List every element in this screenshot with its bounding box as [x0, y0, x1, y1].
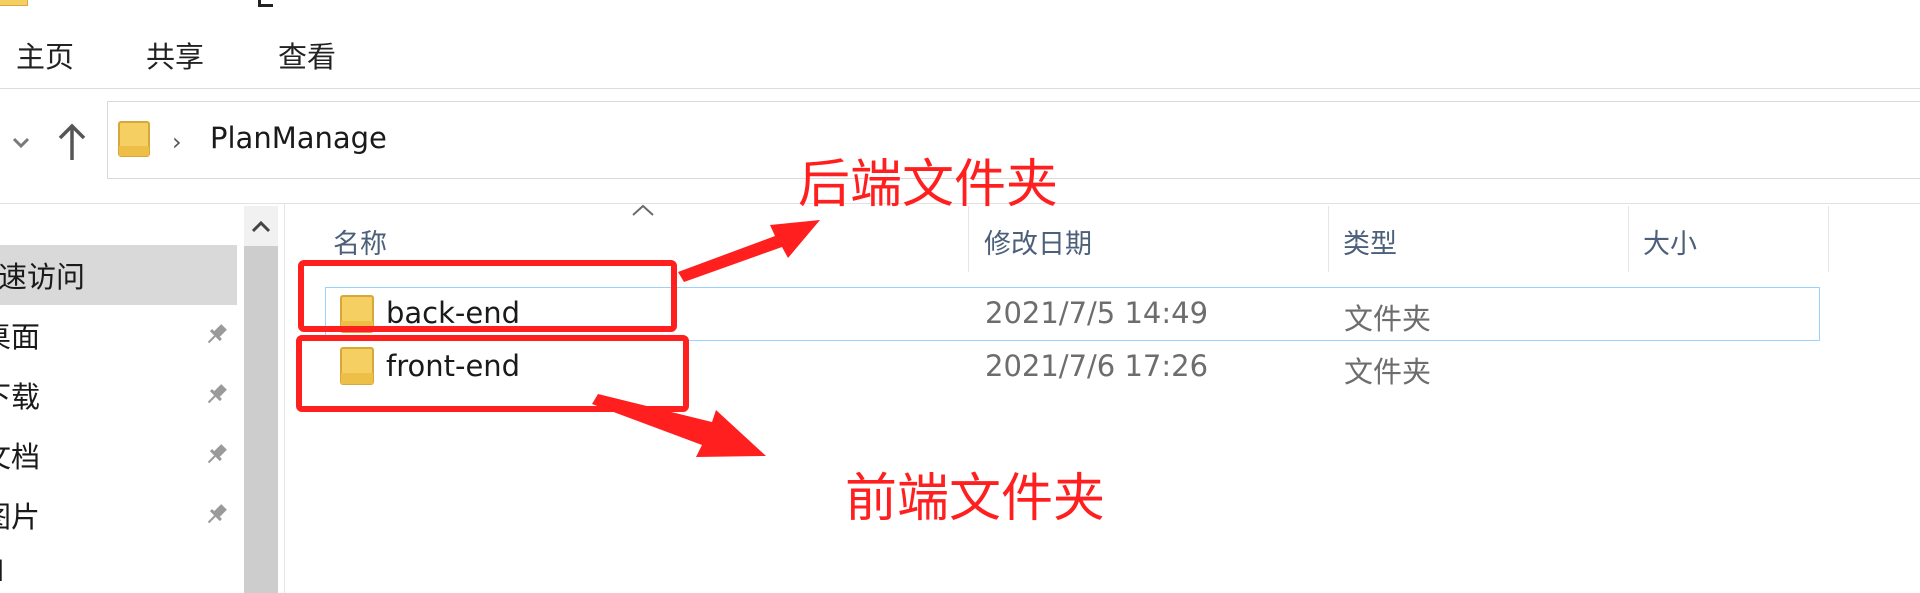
- nav-item-desktop[interactable]: 桌面: [0, 314, 40, 356]
- tab-share[interactable]: 共享: [146, 34, 204, 76]
- nav-item-quick-access[interactable]: 速访问: [0, 254, 85, 296]
- nav-item-pictures[interactable]: 图片: [0, 494, 40, 536]
- nav-item-partial[interactable]: I: [0, 554, 5, 588]
- column-header-type[interactable]: 类型: [1343, 222, 1397, 261]
- breadcrumb-separator-icon: ›: [172, 128, 182, 156]
- file-modified-date: 2021/7/6 17:26: [985, 349, 1209, 383]
- recent-locations-chevron-icon[interactable]: [6, 128, 36, 158]
- sort-ascending-icon: [628, 200, 658, 220]
- column-header-name[interactable]: 名称: [333, 222, 387, 261]
- column-header-modified[interactable]: 修改日期: [984, 222, 1092, 261]
- file-type: 文件夹: [1344, 302, 1432, 336]
- nav-scrollbar-thumb[interactable]: [244, 246, 278, 593]
- ribbon: 主页 共享 查看: [0, 0, 1920, 88]
- column-header-size[interactable]: 大小: [1643, 222, 1697, 261]
- ribbon-divider: [0, 88, 1920, 89]
- annotation-label-frontend: 前端文件夹: [845, 469, 1106, 529]
- pin-icon[interactable]: [204, 501, 230, 527]
- file-modified-date: 2021/7/5 14:49: [985, 296, 1209, 330]
- column-divider[interactable]: [1828, 206, 1829, 272]
- tab-view[interactable]: 查看: [278, 34, 336, 76]
- breadcrumb-planmanage[interactable]: PlanManage: [210, 121, 387, 155]
- scroll-up-icon[interactable]: [244, 206, 278, 246]
- annotation-label-backend: 后端文件夹: [798, 155, 1059, 215]
- nav-item-documents[interactable]: 文档: [0, 434, 40, 476]
- annotation-arrow-backend: [678, 220, 820, 282]
- annotation-box-backend: [298, 260, 677, 332]
- file-type: 文件夹: [1344, 355, 1432, 389]
- pin-icon[interactable]: [204, 321, 230, 347]
- nav-item-downloads[interactable]: 下载: [0, 374, 40, 416]
- annotation-box-frontend: [296, 335, 689, 412]
- column-divider[interactable]: [1628, 206, 1629, 272]
- column-divider[interactable]: [1328, 206, 1329, 272]
- pin-icon[interactable]: [204, 441, 230, 467]
- address-folder-icon: [118, 120, 150, 158]
- tab-home[interactable]: 主页: [16, 34, 74, 76]
- up-arrow-icon[interactable]: [52, 120, 92, 164]
- pin-icon[interactable]: [204, 381, 230, 407]
- nav-pane-divider: [284, 204, 285, 593]
